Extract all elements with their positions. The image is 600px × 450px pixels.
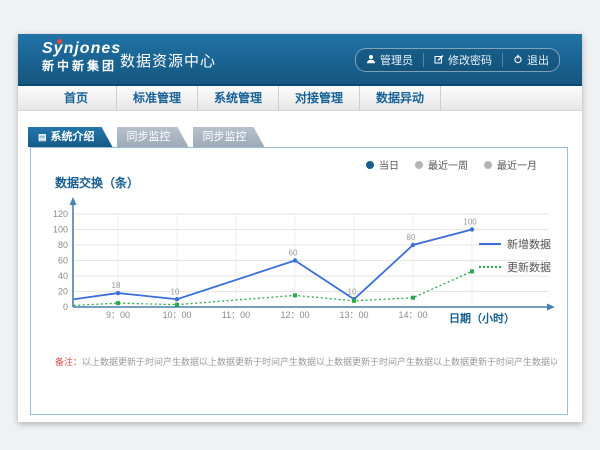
radio-dot-icon xyxy=(415,161,423,169)
user-menu-label: 管理员 xyxy=(380,52,413,68)
svg-text:10: 10 xyxy=(348,287,357,296)
legend-line-icon xyxy=(479,243,501,245)
svg-text:80: 80 xyxy=(407,233,416,242)
page-card: Synjones 新中新集团 数据资源中心 管理员修改密码退出 首页标准管理系统… xyxy=(18,34,582,422)
edit-icon xyxy=(434,54,444,67)
svg-text:120: 120 xyxy=(53,209,68,219)
tab-label: 同步监控 xyxy=(203,127,247,147)
legend-item-1: 更新数据 xyxy=(479,259,551,275)
svg-text:12：00: 12：00 xyxy=(280,310,309,320)
user-menu-item-2[interactable]: 退出 xyxy=(502,53,559,67)
logo-wordmark: Synjones xyxy=(42,40,121,57)
footnote-text: 以上数据更新于时间产生数据以上数据更新于时间产生数据以上数据更新于时间产生数据以… xyxy=(82,357,557,367)
user-menu: 管理员 修改密码 退出 xyxy=(355,48,560,72)
tab-2[interactable]: 同步监控 xyxy=(193,127,265,147)
tab-1[interactable]: 同步监控 xyxy=(117,127,189,147)
radio-最近一周[interactable]: 最近一周 xyxy=(415,157,468,172)
chart-y-axis-title: 数据交换（条） xyxy=(55,174,139,191)
svg-text:10：00: 10：00 xyxy=(162,310,191,320)
content-panel: 当日 最近一周 最近一月 数据交换（条） 0 20 40 60 80 100 120 9：00 10… xyxy=(30,147,568,415)
radio-当日[interactable]: 当日 xyxy=(366,157,399,172)
document-icon: ▤ xyxy=(38,127,47,147)
time-range-filter: 当日 最近一周 最近一月 xyxy=(366,157,537,172)
page-title: 数据资源中心 xyxy=(120,50,216,71)
svg-text:60: 60 xyxy=(289,249,298,258)
radio-label: 最近一周 xyxy=(428,157,468,172)
radio-label: 最近一月 xyxy=(497,157,537,172)
radio-dot-icon xyxy=(366,161,374,169)
logo-text: Synjones xyxy=(42,40,121,58)
user-menu-label: 退出 xyxy=(527,52,549,68)
svg-text:10: 10 xyxy=(171,287,180,296)
legend-line-icon xyxy=(479,266,501,268)
legend-label: 新增数据 xyxy=(507,236,551,252)
screen: Synjones 新中新集团 数据资源中心 管理员修改密码退出 首页标准管理系统… xyxy=(0,0,600,450)
main-nav: 首页标准管理系统管理对接管理数据异动 xyxy=(18,84,582,111)
chart-legend: 新增数据更新数据 xyxy=(479,236,551,282)
legend-label: 更新数据 xyxy=(507,259,551,275)
footnote: 备注：以上数据更新于时间产生数据以上数据更新于时间产生数据以上数据更新于时间产生… xyxy=(55,355,557,368)
radio-dot-icon xyxy=(484,161,492,169)
nav-item-4[interactable]: 数据异动 xyxy=(360,86,441,110)
user-menu-item-1[interactable]: 修改密码 xyxy=(423,53,502,67)
nav-item-1[interactable]: 标准管理 xyxy=(117,86,198,110)
user-icon xyxy=(366,54,376,67)
svg-text:0: 0 xyxy=(63,302,68,312)
svg-text:日期（小时）: 日期（小时） xyxy=(449,311,515,325)
nav-item-2[interactable]: 系统管理 xyxy=(198,86,279,110)
svg-text:80: 80 xyxy=(58,240,68,250)
tab-bar: ▤系统介绍同步监控同步监控 xyxy=(28,127,265,147)
logo-accent-dot xyxy=(57,39,62,44)
svg-text:100: 100 xyxy=(53,225,68,235)
svg-text:40: 40 xyxy=(58,271,68,281)
nav-item-3[interactable]: 对接管理 xyxy=(279,86,360,110)
footnote-prefix: 备注： xyxy=(55,357,82,367)
user-menu-label: 修改密码 xyxy=(448,52,492,68)
radio-最近一月[interactable]: 最近一月 xyxy=(484,157,537,172)
svg-text:13：00: 13：00 xyxy=(339,310,368,320)
svg-text:100: 100 xyxy=(463,218,477,227)
power-icon xyxy=(513,54,523,67)
svg-text:60: 60 xyxy=(58,256,68,266)
user-menu-item-0[interactable]: 管理员 xyxy=(356,53,423,67)
tab-label: 系统介绍 xyxy=(51,127,95,147)
logo-subtitle: 新中新集团 xyxy=(42,58,121,74)
svg-text:18: 18 xyxy=(112,281,121,290)
app-header: Synjones 新中新集团 数据资源中心 管理员 修改密码 退出 xyxy=(18,34,582,84)
radio-label: 当日 xyxy=(379,157,399,172)
svg-text:11：00: 11：00 xyxy=(222,310,250,320)
svg-text:20: 20 xyxy=(58,287,68,297)
svg-text:9：00: 9：00 xyxy=(106,310,130,320)
nav-item-0[interactable]: 首页 xyxy=(36,86,117,110)
tab-label: 同步监控 xyxy=(127,127,171,147)
svg-text:14：00: 14：00 xyxy=(398,310,427,320)
company-logo: Synjones 新中新集团 xyxy=(42,40,121,74)
legend-item-0: 新增数据 xyxy=(479,236,551,252)
tab-0[interactable]: ▤系统介绍 xyxy=(28,127,113,147)
